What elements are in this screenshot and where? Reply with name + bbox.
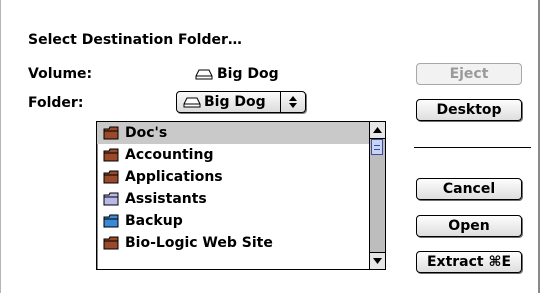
open-button[interactable]: Open <box>416 215 522 237</box>
list-item[interactable]: Accounting <box>97 144 369 166</box>
folder-brown-icon <box>103 170 119 184</box>
list-item[interactable]: Backup <box>97 210 369 232</box>
list-item-label: Bio-Logic Web Site <box>125 235 273 251</box>
folder-brown-icon <box>103 126 119 140</box>
dialog-title: Select Destination Folder… <box>28 32 242 48</box>
list-item-label: Accounting <box>125 147 214 163</box>
select-destination-dialog: Select Destination Folder… Volume: Big D… <box>0 0 540 293</box>
scroll-down-arrow-icon[interactable] <box>370 252 385 269</box>
folder-popup[interactable]: Big Dog <box>176 91 306 113</box>
volume-value: Big Dog <box>195 66 279 82</box>
folder-popup-value: Big Dog <box>177 94 280 110</box>
extract-button[interactable]: Extract ⌘E <box>416 251 522 273</box>
folder-blue-icon <box>103 214 119 228</box>
cancel-button[interactable]: Cancel <box>416 178 522 200</box>
folder-lavender-icon <box>103 192 119 206</box>
list-scrollbar[interactable] <box>369 122 385 269</box>
list-item[interactable]: Doc's <box>97 122 369 144</box>
folder-list-rows: Doc's Accounting Applications Assistants Bac… <box>97 122 369 269</box>
folder-brown-icon <box>103 148 119 162</box>
volume-label: Volume: <box>28 66 93 82</box>
scroll-thumb[interactable] <box>371 139 383 155</box>
scroll-up-arrow-icon[interactable] <box>370 122 385 139</box>
desktop-button[interactable]: Desktop <box>416 99 522 121</box>
list-item-label: Assistants <box>125 191 207 207</box>
hard-disk-icon <box>183 96 201 108</box>
popup-arrows-icon <box>280 92 305 112</box>
list-item-label: Backup <box>125 213 183 229</box>
list-item[interactable]: Applications <box>97 166 369 188</box>
list-item[interactable]: Bio-Logic Web Site <box>97 232 369 254</box>
folder-list[interactable]: Doc's Accounting Applications Assistants Bac… <box>96 121 386 270</box>
list-item-label: Doc's <box>125 125 168 141</box>
list-item-label: Applications <box>125 169 223 185</box>
folder-label: Folder: <box>28 95 84 111</box>
hard-disk-icon <box>195 68 213 80</box>
eject-button[interactable]: Eject <box>416 63 522 85</box>
button-divider <box>414 147 531 148</box>
volume-name: Big Dog <box>217 66 279 82</box>
list-item[interactable]: Assistants <box>97 188 369 210</box>
folder-popup-label: Big Dog <box>204 94 266 110</box>
folder-brown-icon <box>103 236 119 250</box>
